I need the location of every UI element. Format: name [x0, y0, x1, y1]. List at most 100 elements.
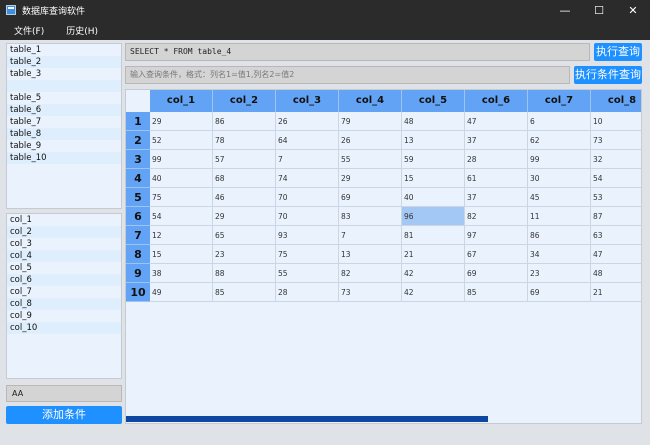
table-cell[interactable]: 81 — [402, 226, 465, 245]
table-cell[interactable]: 65 — [213, 226, 276, 245]
table-cell[interactable]: 79 — [339, 112, 402, 131]
column-list-item[interactable]: col_8 — [7, 298, 121, 310]
table-cell[interactable]: 69 — [339, 188, 402, 207]
table-cell[interactable]: 28 — [276, 283, 339, 302]
table-list-item[interactable]: table_1 — [7, 44, 121, 56]
column-header[interactable]: col_2 — [213, 90, 276, 112]
column-header[interactable]: col_6 — [465, 90, 528, 112]
table-cell[interactable]: 99 — [528, 150, 591, 169]
condition-input[interactable]: AA — [6, 385, 122, 402]
table-cell[interactable]: 73 — [591, 131, 641, 150]
table-cell[interactable]: 74 — [276, 169, 339, 188]
table-cell[interactable]: 10 — [591, 112, 641, 131]
table-cell[interactable]: 78 — [213, 131, 276, 150]
horizontal-scrollbar[interactable] — [126, 415, 641, 423]
table-list[interactable]: table_1 table_2 table_3 table_5 table_6 … — [6, 43, 122, 209]
table-cell[interactable]: 28 — [465, 150, 528, 169]
table-cell[interactable]: 70 — [276, 188, 339, 207]
table-cell[interactable]: 47 — [465, 112, 528, 131]
add-condition-button[interactable]: 添加条件 — [6, 406, 122, 424]
table-cell[interactable]: 15 — [150, 245, 213, 264]
table-cell[interactable]: 42 — [402, 264, 465, 283]
table-cell[interactable]: 48 — [591, 264, 641, 283]
table-cell[interactable]: 29 — [213, 207, 276, 226]
column-list-item[interactable]: col_2 — [7, 226, 121, 238]
table-cell[interactable]: 62 — [528, 131, 591, 150]
table-cell[interactable]: 61 — [465, 169, 528, 188]
column-header[interactable]: col_3 — [276, 90, 339, 112]
sql-input[interactable]: SELECT * FROM table_4 — [125, 43, 590, 61]
table-cell[interactable]: 68 — [213, 169, 276, 188]
table-cell[interactable]: 26 — [276, 112, 339, 131]
condition-query-input[interactable]: 输入查询条件，格式：列名1=值1,列名2=值2 — [125, 66, 570, 84]
table-cell[interactable]: 34 — [528, 245, 591, 264]
menu-file[interactable]: 文件(F) — [6, 24, 52, 37]
row-header[interactable]: 2 — [126, 131, 150, 150]
table-cell[interactable]: 11 — [528, 207, 591, 226]
column-header[interactable]: col_8 — [591, 90, 641, 112]
table-cell[interactable]: 37 — [465, 188, 528, 207]
run-query-button[interactable]: 执行查询 — [594, 43, 642, 61]
row-header[interactable]: 1 — [126, 112, 150, 131]
table-cell[interactable]: 54 — [591, 169, 641, 188]
table-cell[interactable]: 75 — [276, 245, 339, 264]
table-cell[interactable]: 57 — [213, 150, 276, 169]
row-header[interactable]: 6 — [126, 207, 150, 226]
table-cell[interactable]: 99 — [150, 150, 213, 169]
table-cell[interactable]: 13 — [339, 245, 402, 264]
table-cell[interactable]: 82 — [339, 264, 402, 283]
table-cell[interactable]: 23 — [213, 245, 276, 264]
table-cell[interactable]: 38 — [150, 264, 213, 283]
row-header[interactable]: 10 — [126, 283, 150, 302]
table-cell[interactable]: 21 — [402, 245, 465, 264]
row-header[interactable]: 7 — [126, 226, 150, 245]
table-cell[interactable]: 55 — [276, 264, 339, 283]
table-cell[interactable]: 45 — [528, 188, 591, 207]
table-cell[interactable]: 67 — [465, 245, 528, 264]
table-cell[interactable]: 30 — [528, 169, 591, 188]
table-cell[interactable]: 15 — [402, 169, 465, 188]
table-cell[interactable]: 86 — [528, 226, 591, 245]
close-icon[interactable]: ✕ — [616, 0, 650, 20]
table-list-item[interactable]: table_10 — [7, 152, 121, 164]
results-table[interactable]: col_1 col_2 col_3 col_4 col_5 col_6 col_7 col_8… — [125, 89, 642, 424]
row-header[interactable]: 8 — [126, 245, 150, 264]
table-cell[interactable]: 75 — [150, 188, 213, 207]
column-header[interactable]: col_7 — [528, 90, 591, 112]
column-list-item[interactable]: col_3 — [7, 238, 121, 250]
table-cell[interactable]: 49 — [150, 283, 213, 302]
column-list-item[interactable]: col_7 — [7, 286, 121, 298]
table-cell[interactable]: 54 — [150, 207, 213, 226]
run-condition-query-button[interactable]: 执行条件查询 — [574, 66, 642, 84]
table-cell[interactable]: 46 — [213, 188, 276, 207]
table-cell[interactable]: 12 — [150, 226, 213, 245]
column-list-item[interactable]: col_10 — [7, 322, 121, 334]
table-cell[interactable]: 88 — [213, 264, 276, 283]
table-cell[interactable]: 69 — [528, 283, 591, 302]
maximize-icon[interactable]: ☐ — [582, 0, 616, 20]
table-cell[interactable]: 73 — [339, 283, 402, 302]
table-cell[interactable]: 64 — [276, 131, 339, 150]
row-header[interactable]: 9 — [126, 264, 150, 283]
table-list-item[interactable] — [7, 80, 121, 92]
column-list[interactable]: col_1 col_2 col_3 col_4 col_5 col_6 col_… — [6, 213, 122, 379]
column-list-item[interactable]: col_4 — [7, 250, 121, 262]
menu-history[interactable]: 历史(H) — [58, 24, 106, 37]
column-list-item[interactable]: col_5 — [7, 262, 121, 274]
table-cell[interactable]: 40 — [402, 188, 465, 207]
table-cell[interactable]: 7 — [276, 150, 339, 169]
column-header[interactable]: col_1 — [150, 90, 213, 112]
column-header[interactable]: col_5 — [402, 90, 465, 112]
table-cell[interactable]: 63 — [591, 226, 641, 245]
table-cell[interactable]: 6 — [528, 112, 591, 131]
table-cell[interactable]: 93 — [276, 226, 339, 245]
row-header[interactable]: 3 — [126, 150, 150, 169]
table-cell[interactable]: 96 — [402, 207, 465, 226]
table-cell[interactable]: 48 — [402, 112, 465, 131]
table-cell[interactable]: 40 — [150, 169, 213, 188]
table-cell[interactable]: 87 — [591, 207, 641, 226]
row-header[interactable]: 4 — [126, 169, 150, 188]
row-header[interactable]: 5 — [126, 188, 150, 207]
table-list-item[interactable]: table_8 — [7, 128, 121, 140]
table-cell[interactable]: 32 — [591, 150, 641, 169]
